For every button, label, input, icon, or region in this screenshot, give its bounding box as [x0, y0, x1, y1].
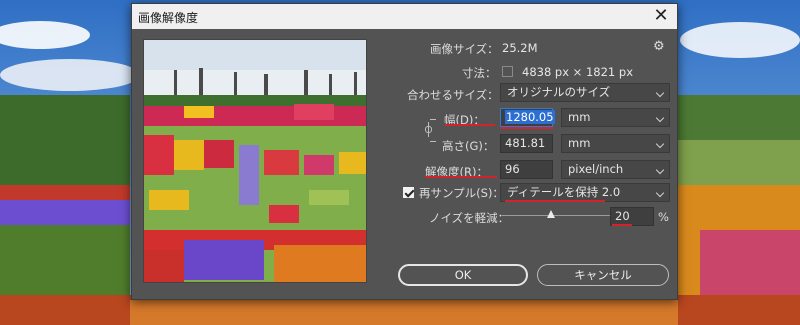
link-bracket-top	[430, 119, 436, 120]
image-size-dialog: 画像解像度 ✕ 画像サイズ： 25.2M ⚙ 寸法： 4838 px × 182…	[131, 3, 678, 300]
resample-checkbox[interactable]	[403, 187, 414, 198]
resolution-unit: pixel/inch	[568, 162, 624, 176]
noise-unit: %	[658, 210, 669, 224]
image-size-value: 25.2M	[502, 41, 538, 55]
close-icon[interactable]: ✕	[649, 5, 673, 27]
noise-slider-thumb[interactable]	[547, 210, 555, 218]
resolution-unit-select[interactable]: pixel/inch	[561, 160, 670, 179]
height-unit-select[interactable]: mm	[561, 134, 670, 153]
link-bracket-bottom	[430, 141, 436, 142]
resample-underline	[505, 200, 605, 202]
height-label: 高さ(G)：	[442, 139, 495, 153]
height-unit: mm	[568, 136, 591, 150]
chevron-down-icon	[655, 165, 665, 175]
noise-slider-track[interactable]	[502, 215, 625, 216]
image-preview[interactable]	[143, 39, 367, 283]
resample-label: 再サンプル(S)：	[419, 186, 504, 200]
width-input[interactable]: 1280.05	[500, 108, 555, 127]
chevron-down-icon	[655, 88, 665, 98]
dimensions-value: 4838 px × 1821 px	[522, 65, 634, 79]
fit-to-label: 合わせるサイズ：	[407, 88, 499, 102]
chevron-down-icon	[655, 139, 665, 149]
cancel-button[interactable]: キャンセル	[537, 264, 669, 286]
width-unit: mm	[568, 110, 591, 124]
noise-label: ノイズを軽減：	[429, 211, 510, 225]
resolution-value: 96	[505, 162, 520, 176]
dialog-title: 画像解像度	[138, 11, 199, 25]
chevron-down-icon[interactable]	[502, 66, 513, 77]
height-value: 481.81	[505, 136, 546, 150]
title-bar: 画像解像度 ✕	[132, 4, 677, 29]
fit-to-select[interactable]: オリジナルのサイズ	[500, 83, 670, 102]
resolution-input[interactable]: 96	[500, 160, 553, 179]
chevron-down-icon	[655, 188, 665, 198]
noise-underline	[612, 224, 632, 226]
resolution-underline	[425, 176, 497, 178]
width-unit-select[interactable]: mm	[561, 108, 670, 127]
width-underline	[445, 124, 495, 126]
width-value-underline	[500, 127, 553, 129]
gear-icon[interactable]: ⚙	[653, 40, 667, 54]
ok-button[interactable]: OK	[398, 264, 528, 286]
noise-value: 20	[615, 209, 630, 223]
link-icon[interactable]	[425, 122, 433, 137]
dimensions-label: 寸法：	[462, 66, 497, 80]
chevron-down-icon	[655, 113, 665, 123]
image-size-label: 画像サイズ：	[430, 42, 499, 56]
width-value: 1280.05	[505, 110, 555, 124]
height-input[interactable]: 481.81	[500, 134, 553, 153]
resample-method-value: ディテールを保持 2.0	[507, 185, 621, 199]
fit-to-value: オリジナルのサイズ	[507, 85, 611, 99]
